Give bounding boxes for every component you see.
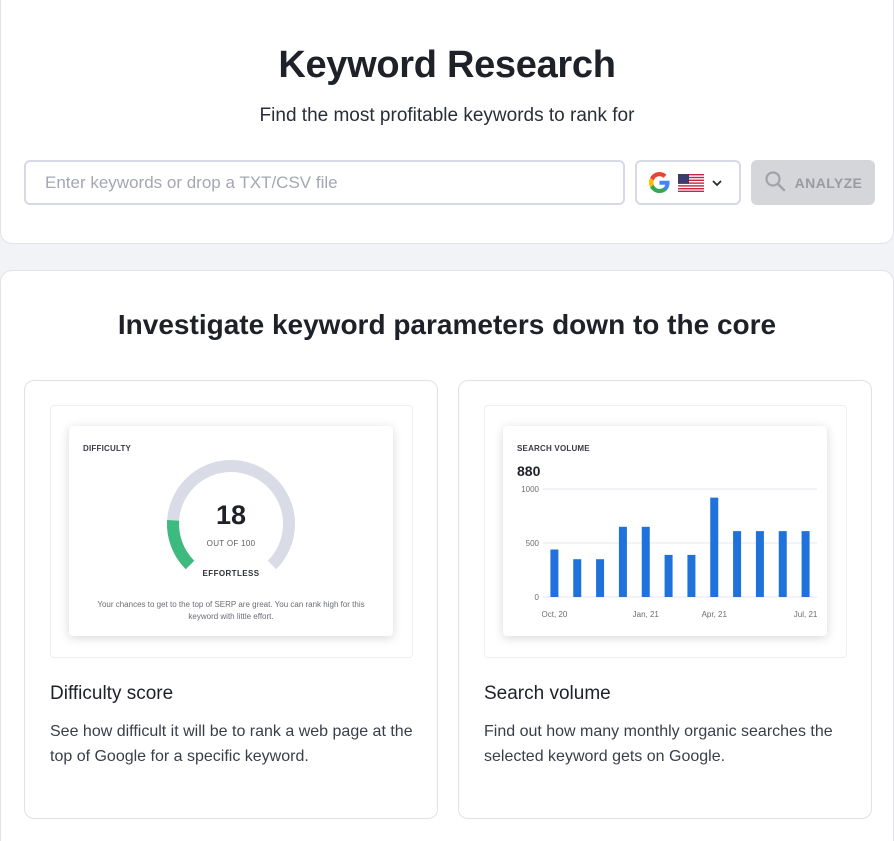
features-heading: Investigate keyword parameters down to t… — [117, 309, 777, 340]
volume-bar — [664, 554, 673, 597]
volume-bar — [641, 526, 650, 597]
difficulty-preview: DIFFICULTY 18 OUT OF 100 EFFORTLESS Your… — [50, 405, 413, 658]
analyze-button[interactable]: ANALYZE — [751, 160, 875, 205]
y-tick-label: 0 — [535, 593, 540, 602]
feature-desc-search-volume: Find out how many monthly organic search… — [484, 723, 833, 765]
us-flag-icon — [678, 173, 704, 192]
search-icon — [764, 170, 786, 195]
difficulty-score-max: OUT OF 100 — [206, 539, 256, 548]
keyword-search-input[interactable] — [24, 160, 625, 205]
x-tick-label: Oct, 20 — [542, 610, 568, 619]
y-tick-label: 500 — [526, 539, 540, 548]
feature-title-difficulty: Difficulty score — [50, 683, 174, 704]
google-g-icon — [649, 172, 670, 193]
volume-bar — [550, 549, 559, 597]
search-panel: Keyword Research Find the most profitabl… — [0, 0, 894, 244]
difficulty-rating: EFFORTLESS — [202, 569, 260, 578]
volume-bar — [687, 554, 696, 597]
search-volume-preview: SEARCH VOLUME 880 0 500 1000 Oct, 20 Jan, 21… — [484, 405, 847, 658]
volume-bar — [755, 531, 764, 597]
volume-bar — [596, 559, 605, 597]
x-tick-label: Jul, 21 — [794, 610, 818, 619]
volume-bar — [801, 531, 810, 597]
difficulty-note: Your chances to get to the top of SERP a… — [97, 600, 365, 621]
search-volume-chart: 0 500 1000 Oct, 20 Jan, 21 Apr, 21 Jul, 21 — [521, 485, 818, 619]
page-subtitle: Find the most profitable keywords to ran… — [259, 105, 635, 126]
features-section: Investigate keyword parameters down to t… — [0, 270, 894, 841]
chevron-down-icon — [712, 179, 722, 187]
volume-bar — [733, 531, 742, 597]
volume-bar — [778, 531, 787, 597]
volume-bar — [573, 559, 582, 597]
analyze-button-label: ANALYZE — [794, 174, 863, 191]
x-tick-label: Jan, 21 — [633, 610, 660, 619]
difficulty-widget: DIFFICULTY 18 OUT OF 100 EFFORTLESS Your… — [69, 426, 393, 636]
search-volume-widget: SEARCH VOLUME 880 0 500 1000 Oct, 20 Jan, 21… — [503, 426, 827, 636]
search-engine-country-select[interactable] — [635, 160, 741, 205]
page-title: Keyword Research — [278, 44, 616, 86]
feature-title-search-volume: Search volume — [484, 683, 611, 704]
x-tick-label: Apr, 21 — [702, 610, 728, 619]
difficulty-score: 18 — [215, 500, 247, 530]
volume-bar — [618, 526, 627, 597]
feature-desc-difficulty: See how difficult it will be to rank a w… — [50, 723, 413, 765]
feature-card-search-volume: SEARCH VOLUME 880 0 500 1000 Oct, 20 Jan, 21… — [458, 380, 872, 819]
y-tick-label: 1000 — [521, 485, 539, 494]
feature-card-difficulty: DIFFICULTY 18 OUT OF 100 EFFORTLESS Your… — [24, 380, 438, 819]
volume-bar — [710, 497, 719, 597]
